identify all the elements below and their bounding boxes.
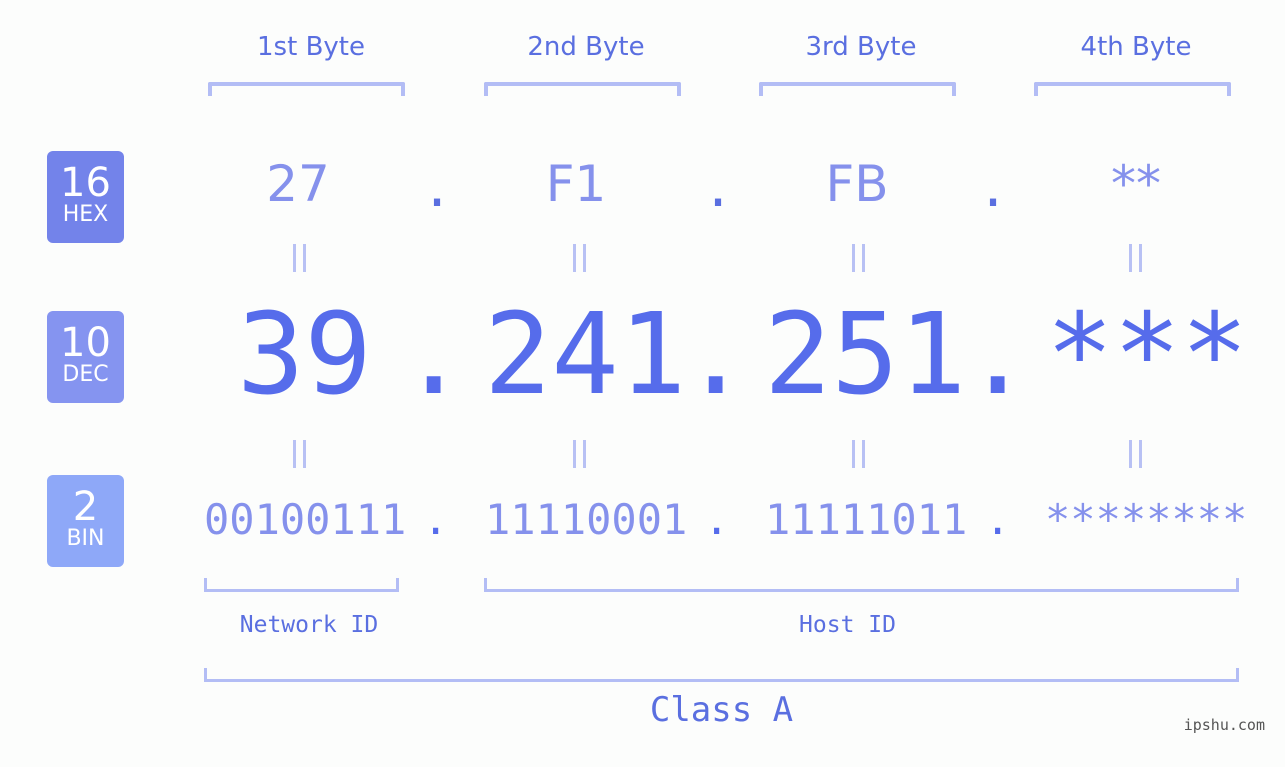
byte-header-3: 3rd Byte — [805, 32, 917, 62]
dec-badge-label: DEC — [62, 362, 109, 387]
dec-separator-1: . — [400, 290, 468, 420]
bin-separator-2: . — [704, 495, 730, 544]
byte-bracket-1 — [208, 82, 405, 96]
class-label: Class A — [649, 690, 794, 730]
bin-byte-1: 00100111 — [204, 495, 407, 544]
hex-byte-3: FB — [825, 155, 889, 213]
byte-header-1: 1st Byte — [257, 32, 365, 62]
byte-bracket-3 — [759, 82, 956, 96]
byte-bracket-2 — [484, 82, 681, 96]
dec-separator-2: . — [682, 290, 750, 420]
byte-bracket-4 — [1034, 82, 1231, 96]
equals-icon — [293, 440, 306, 468]
bin-separator-3: . — [985, 495, 1011, 544]
dec-byte-3: 251 — [764, 290, 967, 420]
dec-byte-4: *** — [1046, 290, 1249, 420]
host-id-label: Host ID — [799, 612, 896, 638]
equals-icon — [1129, 244, 1142, 272]
bin-byte-3: 11111011 — [765, 495, 968, 544]
hex-separator-3: . — [978, 160, 1009, 218]
network-id-bracket — [204, 578, 399, 592]
hex-badge-number: 16 — [60, 160, 111, 206]
bin-byte-4: ******** — [1045, 495, 1248, 544]
equals-sign — [280, 238, 320, 287]
equals-icon — [573, 440, 586, 468]
equals-sign — [839, 238, 879, 287]
equals-sign — [1116, 434, 1156, 483]
dec-byte-2: 241 — [484, 290, 687, 420]
byte-header-4: 4th Byte — [1080, 32, 1192, 62]
dec-badge: 10 DEC — [47, 311, 124, 403]
equals-icon — [573, 244, 586, 272]
bin-separator-1: . — [423, 495, 449, 544]
bin-badge-label: BIN — [66, 526, 105, 551]
bin-badge-number: 2 — [72, 484, 99, 530]
hex-badge-label: HEX — [62, 202, 109, 227]
equals-sign — [1116, 238, 1156, 287]
dec-separator-3: . — [964, 290, 1032, 420]
equals-icon — [852, 440, 865, 468]
dec-badge-number: 10 — [60, 320, 111, 366]
equals-icon — [852, 244, 865, 272]
network-id-label: Network ID — [239, 612, 379, 638]
hex-separator-2: . — [703, 160, 734, 218]
equals-sign — [560, 434, 600, 483]
hex-byte-4: ** — [1111, 155, 1161, 213]
equals-sign — [560, 238, 600, 287]
bin-byte-2: 11110001 — [485, 495, 688, 544]
hex-byte-1: 27 — [266, 155, 330, 213]
host-id-bracket — [484, 578, 1239, 592]
dec-byte-1: 39 — [237, 290, 372, 420]
class-bracket — [204, 668, 1239, 682]
hex-badge: 16 HEX — [47, 151, 124, 243]
bin-badge: 2 BIN — [47, 475, 124, 567]
equals-sign — [280, 434, 320, 483]
hex-byte-2: F1 — [545, 155, 607, 213]
byte-header-2: 2nd Byte — [527, 32, 645, 62]
equals-icon — [293, 244, 306, 272]
equals-sign — [839, 434, 879, 483]
hex-separator-1: . — [422, 160, 453, 218]
equals-icon — [1129, 440, 1142, 468]
watermark: ipshu.com — [1183, 716, 1265, 734]
